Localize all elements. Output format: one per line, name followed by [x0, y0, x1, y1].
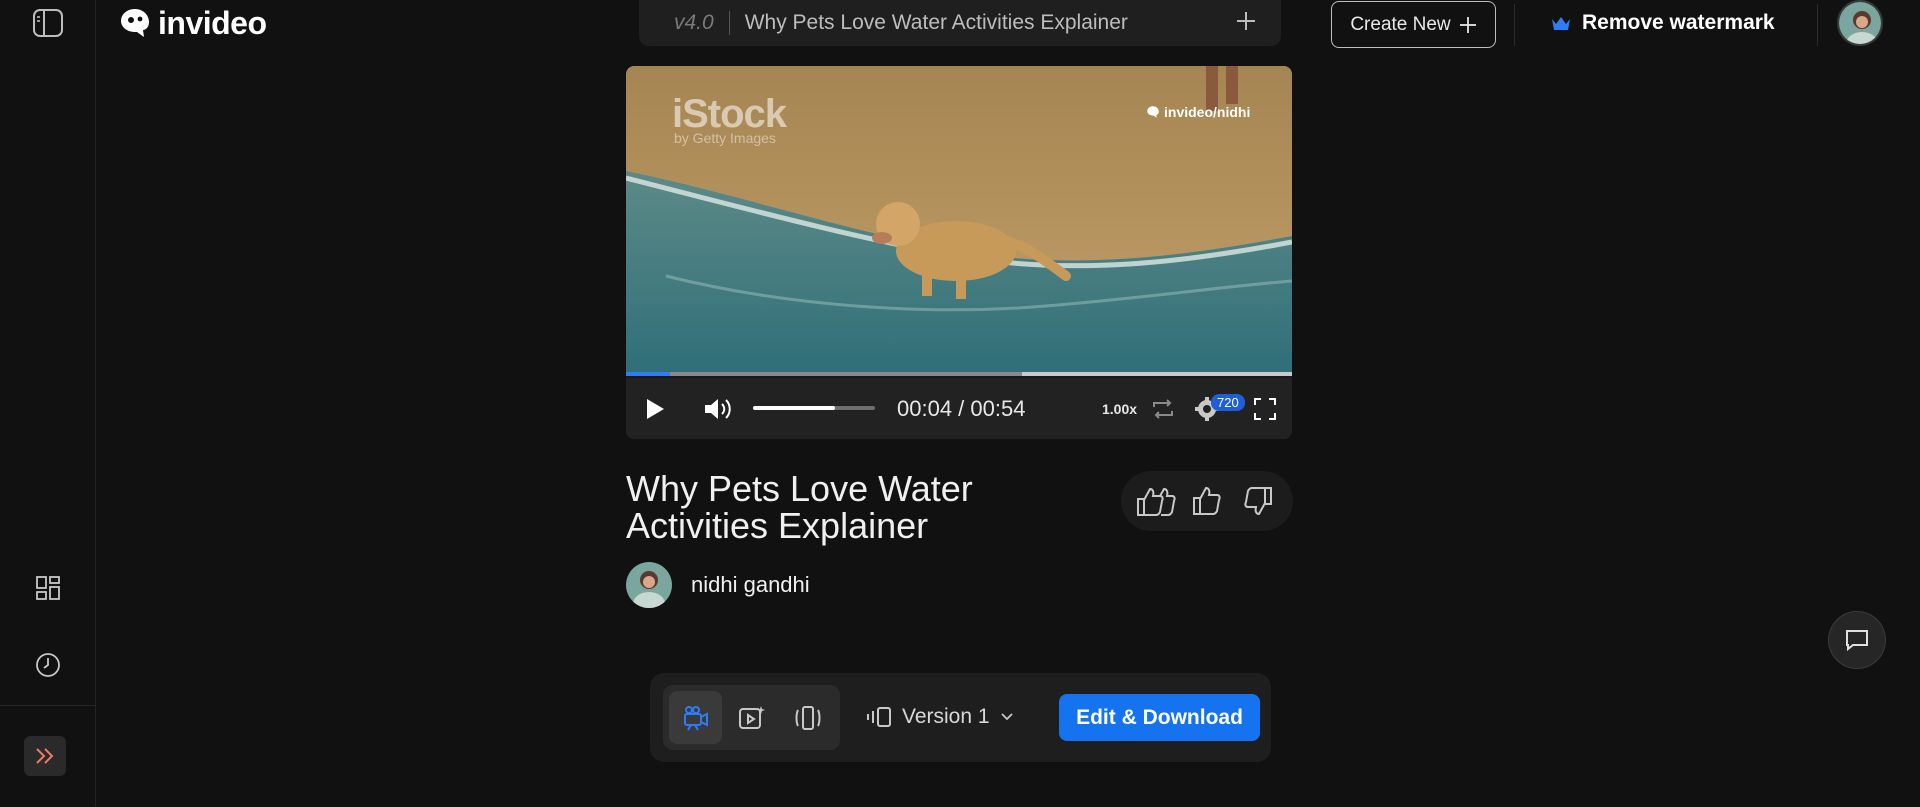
sidebar-templates-button[interactable]	[28, 568, 68, 608]
create-new-label: Create New	[1350, 13, 1451, 35]
versions-icon	[867, 707, 891, 727]
author-info[interactable]: nidhi gandhi	[626, 562, 810, 608]
project-title-bar[interactable]: v4.0 Why Pets Love Water Activities Expl…	[639, 0, 1281, 46]
plus-icon	[1459, 16, 1476, 33]
progress-fill	[626, 372, 670, 376]
sidebar-divider	[0, 705, 96, 706]
camera-mode-button[interactable]	[669, 691, 722, 744]
ai-video-mode-button[interactable]	[725, 691, 778, 744]
rating-group	[1121, 471, 1293, 531]
video-camera-icon	[683, 705, 708, 731]
thumbs-up-button[interactable]	[1185, 479, 1229, 523]
clock-icon	[36, 653, 60, 677]
mute-button[interactable]	[703, 378, 735, 439]
play-button[interactable]	[644, 378, 666, 439]
double-chevron-right-icon	[36, 748, 54, 764]
view-mode-group	[663, 685, 840, 750]
user-avatar[interactable]	[1837, 0, 1883, 46]
video-progress-bar[interactable]	[626, 372, 1292, 376]
progress-buffer	[1022, 372, 1292, 376]
header-separator	[1514, 4, 1515, 46]
thumbs-down-button[interactable]	[1236, 479, 1280, 523]
remove-watermark-label: Remove watermark	[1582, 11, 1775, 34]
brand-logo[interactable]: invideo	[118, 4, 267, 42]
double-thumbs-up-icon	[1137, 487, 1176, 516]
fullscreen-button[interactable]	[1253, 378, 1277, 439]
volume-icon	[705, 398, 731, 419]
chat-icon	[1846, 630, 1868, 652]
chevron-down-icon	[1000, 713, 1013, 721]
author-avatar[interactable]	[626, 562, 672, 608]
stock-watermark-sub: by Getty Images	[674, 130, 776, 146]
header-separator	[1817, 4, 1818, 46]
video-title: Why Pets Love Water Activities Explainer	[626, 468, 973, 546]
fullscreen-icon	[1254, 397, 1276, 420]
add-icon[interactable]	[1235, 9, 1257, 37]
time-display: 00:04 / 00:54	[897, 395, 1026, 421]
player-controls: 00:04 / 00:54 1.00x 720	[626, 378, 1292, 439]
sidebar-expand-button[interactable]	[24, 736, 66, 776]
loop-button[interactable]	[1150, 378, 1176, 439]
volume-slider[interactable]	[753, 406, 875, 410]
crown-icon	[1552, 17, 1570, 30]
love-it-button[interactable]	[1134, 479, 1178, 523]
version-tag: v4.0	[674, 11, 714, 34]
grid-icon	[36, 576, 60, 600]
thumbs-up-icon	[1193, 486, 1221, 515]
brand-name: invideo	[158, 4, 267, 41]
create-new-button[interactable]: Create New	[1331, 1, 1496, 48]
play-icon	[647, 398, 664, 419]
video-player[interactable]: iStock by Getty Images invideo/nidhi 00:…	[626, 66, 1292, 439]
sidebar-panel-icon	[33, 9, 63, 37]
version-label: Version 1	[902, 705, 990, 728]
version-dropdown[interactable]: Version 1	[866, 695, 1014, 739]
sidebar	[0, 0, 96, 807]
title-separator	[728, 11, 730, 35]
remove-watermark-button[interactable]: Remove watermark	[1550, 6, 1775, 40]
vertical-mode-button[interactable]	[781, 691, 834, 744]
vertical-frame-icon	[795, 705, 820, 730]
volume-fill	[753, 406, 835, 410]
sidebar-toggle-button[interactable]	[28, 3, 68, 43]
quality-badge: 720	[1211, 394, 1245, 411]
creator-watermark: invideo/nidhi	[1146, 104, 1250, 120]
bottom-toolbar: Version 1 Edit & Download	[650, 673, 1271, 762]
chat-button[interactable]	[1828, 611, 1886, 669]
sidebar-history-button[interactable]	[28, 645, 68, 685]
project-title[interactable]: Why Pets Love Water Activities Explainer	[745, 11, 1235, 35]
invideo-logo-icon	[1147, 106, 1159, 118]
edit-download-button[interactable]: Edit & Download	[1059, 694, 1260, 741]
creator-watermark-text: invideo/nidhi	[1164, 104, 1251, 120]
thumbs-down-icon	[1244, 487, 1272, 516]
invideo-logo-icon	[121, 9, 149, 37]
author-name[interactable]: nidhi gandhi	[691, 572, 810, 598]
loop-icon	[1153, 398, 1173, 419]
playback-speed-button[interactable]: 1.00x	[1102, 378, 1137, 439]
video-sparkle-icon	[738, 705, 765, 729]
